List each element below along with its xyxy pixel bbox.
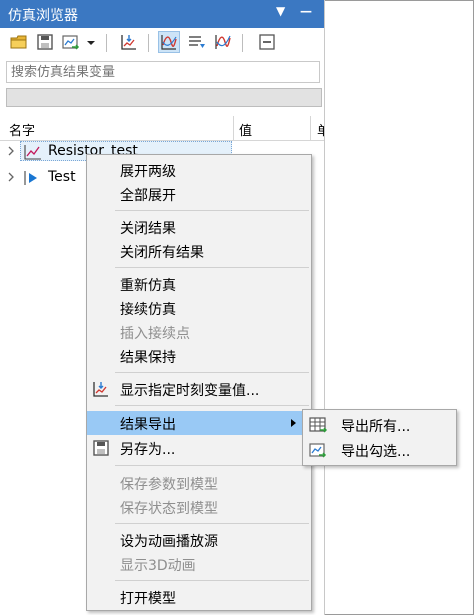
toolbar-separator xyxy=(106,34,107,52)
curve-compare-button[interactable] xyxy=(212,31,234,53)
save-disk-icon xyxy=(93,440,109,456)
curve-compare-icon xyxy=(215,35,231,49)
menu-item-label: 打开模型 xyxy=(120,591,176,607)
column-header-value[interactable]: 值 xyxy=(239,120,252,139)
menu-item-save-params-to-model: 保存参数到模型 xyxy=(87,471,311,495)
plot-variable-icon xyxy=(93,382,108,397)
progress-bar xyxy=(6,88,322,107)
submenu-arrow-icon xyxy=(291,419,296,427)
export-checked-icon xyxy=(309,443,327,458)
menu-item-label: 接续仿真 xyxy=(120,302,176,318)
export-chart-icon xyxy=(62,35,80,50)
toolbar xyxy=(0,28,324,58)
submenu-item-export-all[interactable]: 导出所有... xyxy=(303,413,456,437)
export-chart-button[interactable] xyxy=(60,31,82,53)
column-divider[interactable] xyxy=(233,116,234,140)
curve-mode-icon xyxy=(161,35,177,50)
context-menu: 展开两级 全部展开 关闭结果 关闭所有结果 重新仿真 接续仿真 插入接续点 结果… xyxy=(86,154,312,611)
toolbar-separator xyxy=(148,34,149,52)
open-folder-icon xyxy=(10,35,27,49)
menu-item-close-result[interactable]: 关闭结果 xyxy=(87,215,311,239)
submenu-item-label: 导出所有... xyxy=(341,419,411,435)
menu-separator xyxy=(115,405,309,406)
search-input[interactable] xyxy=(6,61,320,83)
menu-item-label: 结果保持 xyxy=(120,350,176,366)
menu-item-keep-result[interactable]: 结果保持 xyxy=(87,344,311,368)
menu-item-open-model[interactable]: 打开模型 xyxy=(87,585,311,609)
menu-item-show-values-at-time[interactable]: 显示指定时刻变量值... xyxy=(87,377,311,401)
menu-separator xyxy=(115,372,309,373)
menu-item-show-3d-animation: 显示3D动画 xyxy=(87,552,311,576)
export-dropdown-button[interactable] xyxy=(84,31,98,53)
menu-item-save-state-to-model: 保存状态到模型 xyxy=(87,495,311,519)
menu-item-label: 插入接续点 xyxy=(120,326,190,342)
menu-separator xyxy=(115,465,309,466)
menu-item-label: 全部展开 xyxy=(120,188,176,204)
menu-separator xyxy=(115,580,309,581)
toolbar-separator xyxy=(242,34,243,52)
filter-list-button[interactable] xyxy=(186,31,208,53)
chevron-down-icon xyxy=(87,41,95,45)
minimize-icon[interactable]: — xyxy=(300,4,312,18)
menu-item-label: 关闭所有结果 xyxy=(120,245,204,261)
menu-item-expand-two-levels[interactable]: 展开两级 xyxy=(87,158,311,182)
menu-separator xyxy=(115,523,309,524)
curve-mode-button[interactable] xyxy=(158,31,180,53)
menu-item-label: 显示指定时刻变量值... xyxy=(120,383,260,399)
title-bar: 仿真浏览器 ▼ — xyxy=(0,0,324,28)
menu-item-label: 保存参数到模型 xyxy=(120,477,218,493)
submenu-item-export-checked[interactable]: 导出勾选... xyxy=(303,438,456,462)
column-divider[interactable] xyxy=(310,116,311,140)
column-header-unit[interactable]: 单 xyxy=(317,120,324,139)
menu-item-label: 关闭结果 xyxy=(120,221,176,237)
menu-item-label: 展开两级 xyxy=(120,164,176,180)
collapse-all-button[interactable] xyxy=(256,31,278,53)
menu-item-resimulate[interactable]: 重新仿真 xyxy=(87,272,311,296)
column-header: 名字 值 单 xyxy=(0,116,324,141)
chevron-right-icon[interactable] xyxy=(6,171,16,183)
tree-item-label: Test xyxy=(48,169,76,185)
menu-separator xyxy=(115,267,309,268)
column-header-name[interactable]: 名字 xyxy=(9,120,35,139)
menu-item-close-all-results[interactable]: 关闭所有结果 xyxy=(87,239,311,263)
menu-item-label: 结果导出 xyxy=(120,417,176,433)
play-model-icon xyxy=(24,171,37,185)
menu-item-insert-continue-point: 插入接续点 xyxy=(87,320,311,344)
chevron-right-icon[interactable] xyxy=(6,145,16,157)
filter-list-icon xyxy=(189,36,205,48)
plot-variable-icon xyxy=(121,35,136,50)
collapse-all-icon xyxy=(259,34,275,50)
menu-item-save-as[interactable]: 另存为... xyxy=(87,436,311,460)
panel-title: 仿真浏览器 xyxy=(8,8,78,24)
export-submenu: 导出所有... 导出勾选... xyxy=(302,409,457,466)
menu-item-expand-all[interactable]: 全部展开 xyxy=(87,182,311,206)
menu-item-label: 设为动画播放源 xyxy=(120,534,218,550)
open-folder-button[interactable] xyxy=(8,31,30,53)
plot-variable-button[interactable] xyxy=(118,31,140,53)
menu-item-label: 显示3D动画 xyxy=(120,558,196,574)
menu-item-continue-simulation[interactable]: 接续仿真 xyxy=(87,296,311,320)
save-button[interactable] xyxy=(34,31,56,53)
menu-item-label: 另存为... xyxy=(120,442,176,458)
panel-options-dropdown-icon[interactable]: ▼ xyxy=(276,4,285,18)
menu-item-label: 重新仿真 xyxy=(120,278,176,294)
menu-item-export-results[interactable]: 结果导出 xyxy=(87,411,311,435)
menu-item-set-animation-source[interactable]: 设为动画播放源 xyxy=(87,528,311,552)
save-disk-icon xyxy=(37,34,53,50)
menu-separator xyxy=(115,210,309,211)
menu-item-label: 保存状态到模型 xyxy=(120,501,218,517)
table-grid-icon xyxy=(309,417,327,433)
result-curve-icon xyxy=(24,145,41,160)
submenu-item-label: 导出勾选... xyxy=(341,444,411,460)
